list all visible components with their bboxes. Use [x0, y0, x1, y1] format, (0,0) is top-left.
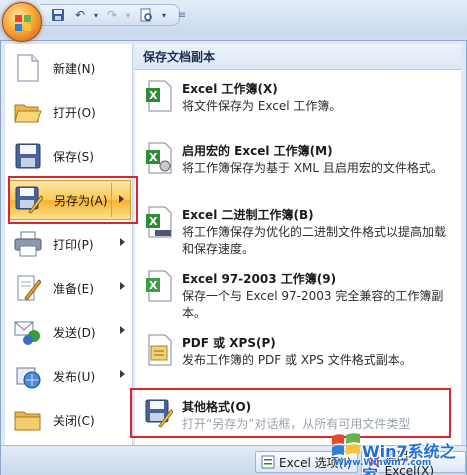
- office-logo-icon: [15, 15, 31, 31]
- office-button[interactable]: [2, 2, 42, 42]
- menu-item-label: 发布(U): [53, 369, 96, 384]
- undo-dropdown-icon[interactable]: ▾: [88, 7, 104, 23]
- exit-excel-label: 退出 Excel(X): [384, 448, 435, 475]
- format-title: Excel 工作簿(X): [182, 82, 278, 96]
- menu-item-label: 发送(D): [53, 325, 96, 340]
- submenu-arrow-icon[interactable]: [120, 370, 125, 378]
- publish-icon: [13, 361, 43, 391]
- redo-icon[interactable]: ↷: [104, 7, 120, 23]
- excel-workbook-icon: X: [145, 80, 175, 114]
- excel-binary-workbook-icon: X: [145, 206, 175, 240]
- save-icon[interactable]: [50, 7, 66, 23]
- format-binary-workbook[interactable]: X Excel 二进制工作簿(B) 将工作簿保存为优化的二进制文件格式以提高加载…: [139, 204, 457, 260]
- svg-text:X: X: [149, 279, 158, 292]
- quick-access-toolbar: ↶ ▾ ↷ ▾ ▾ ≡: [0, 0, 467, 36]
- format-title: PDF 或 XPS(P): [182, 336, 276, 350]
- format-description: 将文件保存为 Excel 工作簿。: [182, 99, 342, 113]
- menu-item-label: 打印(P): [53, 237, 94, 252]
- format-title: Excel 二进制工作簿(B): [182, 208, 314, 222]
- format-macro-workbook[interactable]: X 启用宏的 Excel 工作簿(M) 将工作簿保存为基于 XML 且启用宏的文…: [139, 140, 457, 196]
- menu-bottom-bar: Excel 选项(I) 退出 Excel(X): [1, 445, 466, 475]
- excel-options-label: Excel 选项(I): [279, 455, 352, 470]
- menu-left-column: 新建(N) 打开(O) 保存(S) 另存为(A) 打印(P) 准备(E) 发送(…: [5, 44, 133, 456]
- format-title: Excel 97-2003 工作簿(9): [182, 272, 337, 286]
- exit-icon: [368, 456, 380, 468]
- options-icon: [261, 455, 275, 469]
- excel-options-button[interactable]: Excel 选项(I): [255, 451, 358, 473]
- send-icon: [13, 317, 43, 347]
- new-document-icon: [13, 53, 43, 83]
- menu-item-label: 准备(E): [53, 281, 94, 296]
- menu-item-label: 新建(N): [53, 61, 96, 76]
- excel-97-2003-icon: X: [145, 270, 175, 304]
- format-description: 保存一个与 Excel 97-2003 完全兼容的工作簿副本。: [182, 289, 444, 320]
- panel-header: 保存文档副本: [135, 44, 461, 70]
- split-divider: [111, 183, 112, 217]
- undo-icon[interactable]: ↶: [72, 7, 88, 23]
- menu-item-save-as[interactable]: 另存为(A): [9, 180, 131, 220]
- submenu-arrow-icon[interactable]: [120, 282, 125, 290]
- qat-separator-icon: ≡: [177, 9, 187, 21]
- submenu-arrow-icon[interactable]: [119, 195, 124, 203]
- excel-macro-workbook-icon: X: [145, 142, 175, 176]
- format-other[interactable]: 其他格式(O) 打开“另存为”对话框，从所有可用文件类型: [139, 396, 457, 444]
- svg-text:X: X: [149, 215, 158, 228]
- menu-item-publish[interactable]: 发布(U): [9, 356, 131, 396]
- svg-text:X: X: [149, 151, 158, 164]
- format-title: 启用宏的 Excel 工作簿(M): [182, 144, 333, 158]
- submenu-arrow-icon[interactable]: [120, 238, 125, 246]
- format-description: 将工作簿保存为基于 XML 且启用宏的文件格式。: [182, 161, 443, 175]
- menu-item-prepare[interactable]: 准备(E): [9, 268, 131, 308]
- format-excel-workbook[interactable]: X Excel 工作簿(X) 将文件保存为 Excel 工作簿。: [139, 78, 457, 126]
- menu-item-new[interactable]: 新建(N): [9, 48, 131, 88]
- menu-item-save[interactable]: 保存(S): [9, 136, 131, 176]
- menu-item-label: 另存为(A): [54, 193, 108, 208]
- prepare-icon: [13, 273, 43, 303]
- format-description: 将工作簿保存为优化的二进制文件格式以提高加载和保存速度。: [182, 225, 447, 256]
- save-disk-icon: [13, 141, 43, 171]
- other-formats-icon: [145, 398, 175, 432]
- format-description: 打开“另存为”对话框，从所有可用文件类型: [182, 417, 411, 431]
- menu-item-send[interactable]: 发送(D): [9, 312, 131, 352]
- svg-text:X: X: [149, 89, 158, 102]
- open-folder-icon: [13, 97, 43, 127]
- exit-excel-button[interactable]: 退出 Excel(X): [361, 449, 466, 475]
- save-copy-panel: 保存文档副本 X Excel 工作簿(X) 将文件保存为 Excel 工作簿。 …: [135, 44, 461, 456]
- save-as-icon: [14, 185, 44, 215]
- pdf-xps-icon: [145, 334, 175, 368]
- redo-dropdown-icon[interactable]: ▾: [120, 7, 136, 23]
- format-description: 发布工作簿的 PDF 或 XPS 文件格式副本。: [182, 353, 412, 367]
- printer-icon: [13, 229, 43, 259]
- format-title: 其他格式(O): [182, 400, 252, 414]
- menu-item-label: 打开(O): [53, 105, 96, 120]
- print-preview-icon[interactable]: [138, 7, 154, 23]
- menu-item-close[interactable]: 关闭(C): [9, 400, 131, 440]
- menu-item-label: 保存(S): [53, 149, 94, 164]
- menu-item-print[interactable]: 打印(P): [9, 224, 131, 264]
- format-excel-97-2003[interactable]: X Excel 97-2003 工作簿(9) 保存一个与 Excel 97-20…: [139, 268, 457, 324]
- customize-dropdown-icon[interactable]: ▾: [156, 7, 172, 23]
- format-pdf-xps[interactable]: PDF 或 XPS(P) 发布工作簿的 PDF 或 XPS 文件格式副本。: [139, 332, 457, 380]
- submenu-arrow-icon[interactable]: [120, 326, 125, 334]
- close-folder-icon: [13, 405, 43, 435]
- menu-item-open[interactable]: 打开(O): [9, 92, 131, 132]
- menu-item-label: 关闭(C): [53, 413, 95, 428]
